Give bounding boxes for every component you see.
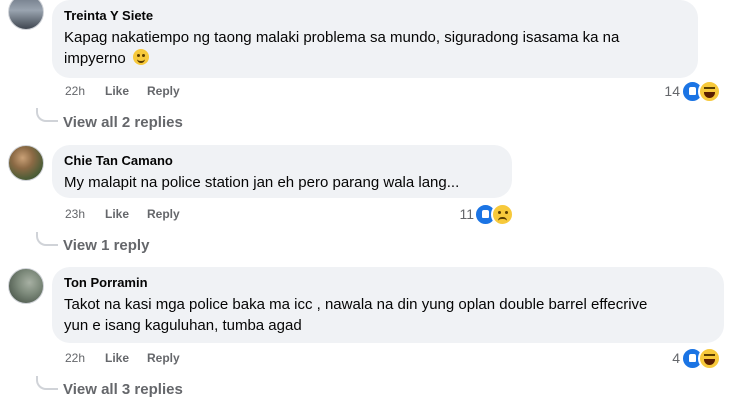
reply-button[interactable]: Reply	[147, 351, 180, 365]
comment-meta: 22h Like Reply	[65, 351, 180, 365]
reaction-count[interactable]: 4	[660, 350, 680, 366]
reaction-count[interactable]: 11	[446, 206, 474, 222]
reply-button[interactable]: Reply	[147, 84, 180, 98]
avatar[interactable]	[8, 0, 44, 30]
comment-meta: 22h Like Reply	[65, 84, 180, 98]
reply-button[interactable]: Reply	[147, 207, 180, 221]
comment-author[interactable]: Treinta Y Siete	[64, 7, 686, 24]
avatar[interactable]	[8, 145, 44, 181]
comment-author[interactable]: Chie Tan Camano	[64, 152, 500, 169]
view-replies-link[interactable]: View all 2 replies	[63, 114, 183, 131]
view-replies-link[interactable]: View 1 reply	[63, 237, 149, 254]
timestamp[interactable]: 22h	[65, 351, 105, 365]
comment-bubble: Treinta Y Siete Kapag nakatiempo ng taon…	[52, 0, 698, 78]
comment-text: Takot na kasi mga police baka ma icc , n…	[64, 296, 648, 334]
comment-text: My malapit na police station jan eh pero…	[64, 174, 460, 191]
reply-connector	[36, 376, 58, 390]
comment-author[interactable]: Ton Porramin	[64, 274, 712, 291]
comment-text: Kapag nakatiempo ng taong malaki problem…	[64, 29, 620, 67]
haha-reaction-icon	[698, 80, 721, 103]
sad-reaction-icon	[491, 203, 514, 226]
reaction-count[interactable]: 14	[650, 83, 680, 99]
haha-reaction-icon	[698, 347, 721, 370]
like-button[interactable]: Like	[105, 207, 147, 221]
grinning-sweat-emoji-icon	[132, 49, 149, 65]
comment-bubble: Chie Tan Camano My malapit na police sta…	[52, 145, 512, 198]
like-button[interactable]: Like	[105, 84, 147, 98]
timestamp[interactable]: 22h	[65, 84, 105, 98]
like-button[interactable]: Like	[105, 351, 147, 365]
comment-bubble: Ton Porramin Takot na kasi mga police ba…	[52, 267, 724, 343]
reply-connector	[36, 232, 58, 246]
timestamp[interactable]: 23h	[65, 207, 105, 221]
reply-connector	[36, 108, 58, 122]
avatar[interactable]	[8, 268, 44, 304]
comment-meta: 23h Like Reply	[65, 207, 180, 221]
view-replies-link[interactable]: View all 3 replies	[63, 381, 183, 398]
